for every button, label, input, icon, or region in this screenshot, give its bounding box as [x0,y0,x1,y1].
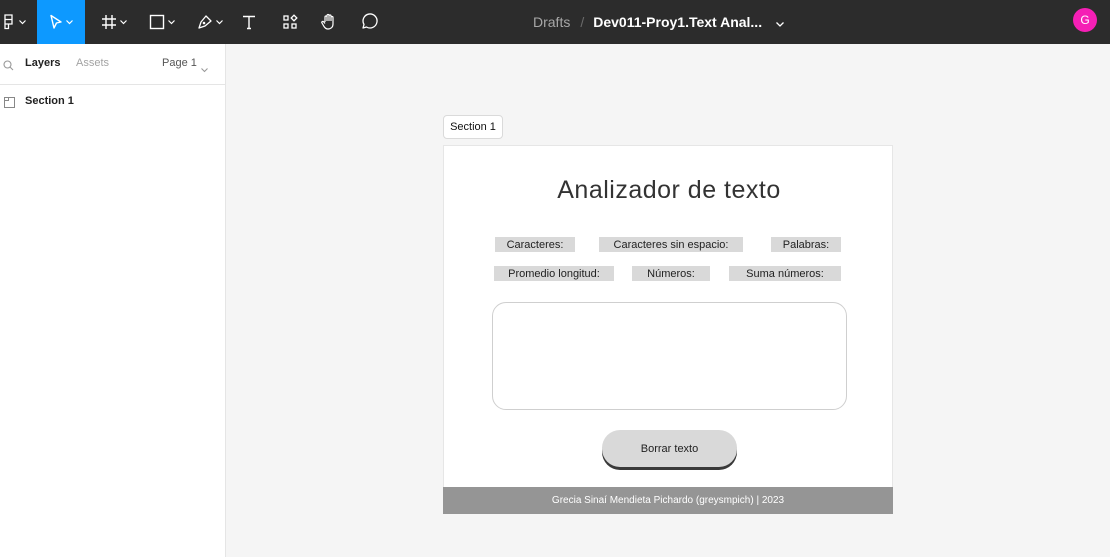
hand-tool-button[interactable] [318,0,340,44]
stat-words: Palabras: [771,237,841,252]
tab-assets[interactable]: Assets [76,57,109,69]
move-tool-button[interactable] [37,0,85,44]
pen-nib-icon [197,14,213,30]
file-name[interactable]: Dev011-Proy1.Text Anal... [593,14,762,30]
frame-hash-icon [101,14,117,30]
page-selector[interactable]: Page 1 [162,57,197,69]
breadcrumb-project[interactable]: Drafts [533,14,570,30]
chevron-down-icon[interactable] [776,14,785,30]
chevron-down-icon [120,19,127,25]
chevron-down-icon[interactable] [201,60,208,78]
chevron-down-icon [168,19,175,25]
stat-sum-numbers: Suma números: [729,266,841,281]
comment-bubble-icon [360,13,378,31]
layer-name: Section 1 [25,95,74,107]
rectangle-icon [149,14,165,30]
comment-tool-button[interactable] [358,0,380,44]
tab-layers[interactable]: Layers [25,57,60,69]
breadcrumb: Drafts / Dev011-Proy1.Text Anal... [533,0,785,44]
chevron-down-icon [216,19,223,25]
page-title: Analizador de texto [557,176,781,204]
clear-text-button[interactable]: Borrar texto [602,430,737,467]
hand-icon [320,13,338,31]
breadcrumb-separator: / [580,14,585,30]
chevron-down-icon [19,19,26,25]
main-menu-button[interactable] [0,0,30,44]
panel-header: Layers Assets Page 1 [0,44,225,85]
text-input-area[interactable] [492,302,847,410]
cursor-arrow-icon [49,14,63,30]
stat-characters-no-spaces: Caracteres sin espacio: [599,237,743,252]
stat-average-length: Promedio longitud: [494,266,614,281]
text-T-icon [241,14,257,30]
footer-credit: Grecia Sinaí Mendieta Pichardo (greysmpi… [443,487,893,514]
pen-tool-button[interactable] [190,0,230,44]
top-toolbar: Drafts / Dev011-Proy1.Text Anal... G [0,0,1110,44]
avatar[interactable]: G [1073,8,1097,32]
section-icon [4,95,15,113]
shape-tool-button[interactable] [142,0,182,44]
stat-characters: Caracteres: [495,237,575,252]
stat-numbers: Números: [632,266,710,281]
section-label[interactable]: Section 1 [443,115,503,139]
design-frame[interactable]: Analizador de texto Caracteres: Caracter… [443,145,893,514]
chevron-down-icon [66,19,73,25]
text-tool-button[interactable] [238,0,260,44]
components-grid-icon [282,14,298,30]
frame-tool-button[interactable] [94,0,134,44]
resources-tool-button[interactable] [279,0,301,44]
layer-item-section-1[interactable]: Section 1 [0,93,225,109]
figma-logo-icon [4,14,16,30]
search-icon[interactable] [3,58,14,76]
layers-panel: Layers Assets Page 1 Section 1 [0,44,226,557]
